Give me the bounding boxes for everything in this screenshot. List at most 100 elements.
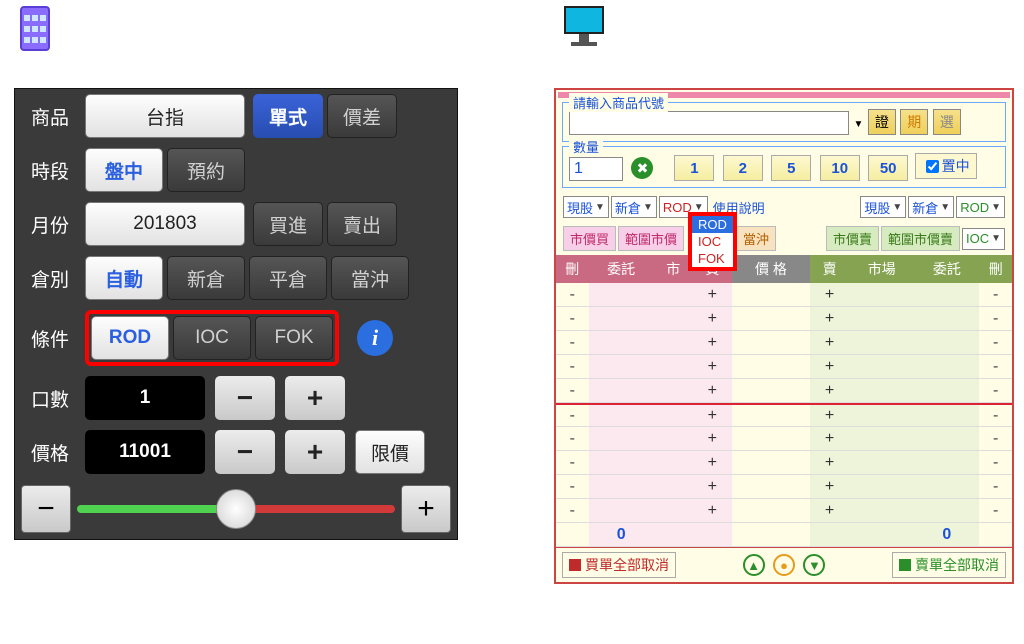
footer-row: 買單全部取消 ▲ ● ▼ 賣單全部取消	[556, 547, 1012, 582]
day-trade[interactable]: 當沖	[736, 226, 776, 251]
cancel-all-buy[interactable]: 買單全部取消	[562, 552, 676, 578]
ladder-row[interactable]: - + + -	[556, 403, 1012, 427]
desktop-device-icon	[564, 6, 604, 46]
h-order2: 委託	[914, 255, 979, 283]
sel-ioc[interactable]: IOC▼	[962, 228, 1005, 250]
condition-ioc[interactable]: IOC	[173, 316, 251, 360]
row-price: 價格 11001 − + 限價	[15, 425, 457, 479]
mobile-device-icon	[20, 6, 50, 51]
position-day[interactable]: 當沖	[331, 256, 409, 300]
position-auto[interactable]: 自動	[85, 256, 163, 300]
qty-1[interactable]: 1	[674, 155, 714, 181]
limit-button[interactable]: 限價	[355, 430, 425, 474]
spread-button[interactable]: 價差	[327, 94, 397, 138]
dropdown-ioc[interactable]: IOC	[692, 233, 733, 250]
tab-options[interactable]: 選	[933, 109, 961, 135]
ladder-row[interactable]: - + + -	[556, 451, 1012, 475]
label-month: 月份	[25, 211, 85, 238]
ladder-row[interactable]: - + + -	[556, 379, 1012, 403]
row-position: 倉別 自動 新倉 平倉 當沖	[15, 251, 457, 305]
slider-minus[interactable]: −	[21, 485, 71, 533]
ladder-total: 0 0	[556, 523, 1012, 547]
product-select[interactable]: 台指	[85, 94, 245, 138]
single-button[interactable]: 單式	[253, 94, 323, 138]
sel-open[interactable]: 新倉▼	[611, 196, 657, 218]
price-ladder[interactable]: - + + -- + + -- + + -- + + -- +	[556, 283, 1012, 547]
qty-plus[interactable]: +	[285, 376, 345, 420]
row-product: 商品 台指 單式 價差	[15, 89, 457, 143]
mkt-buy[interactable]: 市價買	[563, 226, 616, 251]
sel-rod-2[interactable]: ROD▼	[956, 196, 1005, 218]
row-session: 時段 盤中 預約	[15, 143, 457, 197]
mkt-sell[interactable]: 市價賣	[826, 226, 879, 251]
h-mkt1: 市	[654, 255, 693, 283]
qty-fieldset: 數量 ✖ 1 2 5 10 50 置中	[562, 146, 1006, 188]
qty-5[interactable]: 5	[771, 155, 811, 181]
ladder-row[interactable]: - + + -	[556, 475, 1012, 499]
dropdown-rod[interactable]: ROD	[692, 216, 733, 233]
qty-minus[interactable]: −	[215, 376, 275, 420]
qty-10[interactable]: 10	[820, 155, 860, 181]
tab-stock[interactable]: 證	[868, 109, 896, 135]
range-buy[interactable]: 範圍市價	[618, 226, 684, 251]
label-qty: 口數	[25, 385, 85, 412]
ladder-row[interactable]: - + + -	[556, 499, 1012, 523]
price-input[interactable]: 11001	[85, 430, 205, 474]
price-minus[interactable]: −	[215, 430, 275, 474]
dropdown-fok[interactable]: FOK	[692, 250, 733, 267]
h-del2: 刪	[979, 255, 1012, 283]
session-intraday[interactable]: 盤中	[85, 148, 163, 192]
sel-spot[interactable]: 現股▼	[563, 196, 609, 218]
sell-button[interactable]: 賣出	[327, 202, 397, 246]
tab-futures[interactable]: 期	[900, 109, 928, 135]
buy-button[interactable]: 買進	[253, 202, 323, 246]
condition-highlight: ROD IOC FOK	[85, 310, 339, 366]
center-checkbox[interactable]: 置中	[915, 153, 977, 179]
cancel-buy-icon	[569, 559, 581, 571]
qty-input-desktop[interactable]	[569, 157, 623, 181]
qty-input[interactable]: 1	[85, 376, 205, 420]
sel-spot-2[interactable]: 現股▼	[860, 196, 906, 218]
position-open[interactable]: 新倉	[167, 256, 245, 300]
ladder-row[interactable]: - + + -	[556, 427, 1012, 451]
sel-open-2[interactable]: 新倉▼	[908, 196, 954, 218]
h-price: 價 格	[732, 255, 810, 283]
month-select[interactable]: 201803	[85, 202, 245, 246]
slider-track[interactable]	[77, 505, 395, 513]
row-condition: 條件 ROD IOC FOK i	[15, 305, 457, 371]
slider-knob[interactable]	[216, 489, 256, 529]
cancel-all-sell[interactable]: 賣單全部取消	[892, 552, 1006, 578]
ladder-row[interactable]: - + + -	[556, 331, 1012, 355]
scroll-down-icon[interactable]: ▼	[803, 554, 825, 576]
price-plus[interactable]: +	[285, 430, 345, 474]
label-position: 倉別	[25, 265, 85, 292]
ladder-row[interactable]: - + + -	[556, 355, 1012, 379]
slider-plus[interactable]: +	[401, 485, 451, 533]
symbol-input[interactable]	[569, 111, 849, 135]
h-del1: 刪	[556, 255, 589, 283]
row-slider: − +	[15, 479, 457, 539]
symbol-legend: 請輸入商品代號	[569, 93, 668, 112]
selector-row-2: 市價買 範圍市價 當沖 市價賣 範圍市價賣 IOC▼	[556, 222, 1012, 255]
scroll-up-icon[interactable]: ▲	[743, 554, 765, 576]
selector-row-1: 現股▼ 新倉▼ ROD▼ 使用說明 現股▼ 新倉▼ ROD▼ ROD IOC F…	[556, 192, 1012, 222]
clear-qty-icon[interactable]: ✖	[631, 157, 653, 179]
row-qty: 口數 1 − +	[15, 371, 457, 425]
grid-header: 刪 委託 市 買 價 格 賣 市場 委託 刪	[556, 255, 1012, 283]
ladder-row[interactable]: - + + -	[556, 283, 1012, 307]
scroll-center-icon[interactable]: ●	[773, 554, 795, 576]
h-order: 委託	[589, 255, 654, 283]
session-reserve[interactable]: 預約	[167, 148, 245, 192]
qty-50[interactable]: 50	[868, 155, 908, 181]
ladder-row[interactable]: - + + -	[556, 307, 1012, 331]
position-close[interactable]: 平倉	[249, 256, 327, 300]
info-icon[interactable]: i	[357, 320, 393, 356]
qty-2[interactable]: 2	[723, 155, 763, 181]
condition-rod[interactable]: ROD	[91, 316, 169, 360]
label-product: 商品	[25, 103, 85, 130]
mobile-order-panel: 商品 台指 單式 價差 時段 盤中 預約 月份 201803 買進 賣出 倉別 …	[14, 88, 458, 540]
condition-fok[interactable]: FOK	[255, 316, 333, 360]
rod-dropdown-open: ROD IOC FOK	[688, 212, 737, 271]
symbol-fieldset: 請輸入商品代號 ▼ 證 期 選	[562, 102, 1006, 142]
range-sell[interactable]: 範圍市價賣	[881, 226, 960, 251]
